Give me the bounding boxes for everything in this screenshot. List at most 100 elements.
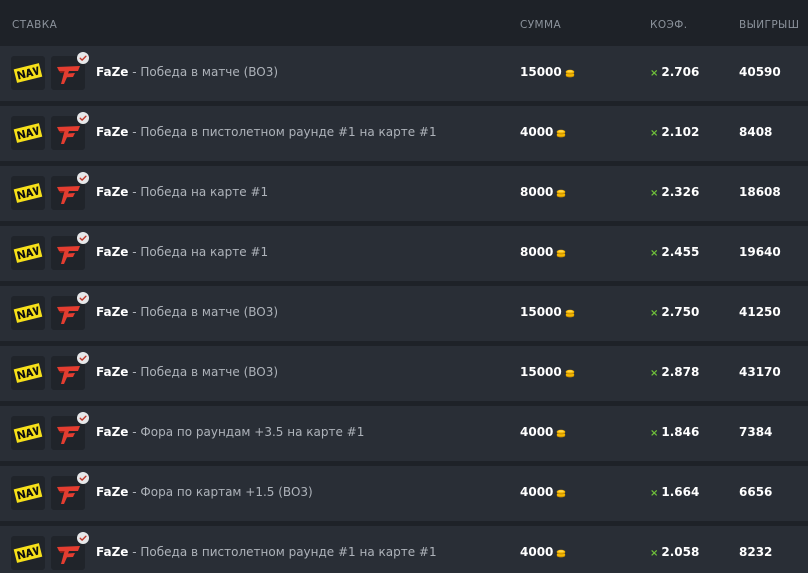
amount-value: 4000 (520, 125, 554, 139)
coef-value: 2.750 (661, 305, 700, 319)
header-payout: ВЫИГРЫШ (739, 19, 800, 31)
bets-table: СТАВКА СУММА КОЭФ. ВЫИГРЫШ FaZe - Победа… (0, 0, 808, 573)
coef-multiplier-icon: × (650, 68, 659, 79)
bet-market: Фора по раундам +3.5 на карте #1 (140, 425, 365, 439)
bet-market: Победа в матче (BO3) (140, 305, 279, 319)
header-bet: СТАВКА (12, 19, 58, 31)
check-badge-icon (77, 232, 89, 244)
bet-description: FaZe - Фора по картам +1.5 (BO3) (96, 485, 313, 499)
amount-value: 8000 (520, 185, 554, 199)
amount-value: 8000 (520, 245, 554, 259)
bet-separator: - (128, 425, 141, 439)
bet-row[interactable]: FaZe - Победа в матче (BO3) 15000 × 2.878… (0, 346, 808, 401)
bet-coef: × 2.102 (650, 125, 699, 139)
table-header: СТАВКА СУММА КОЭФ. ВЫИГРЫШ (0, 0, 808, 46)
bet-coef: × 2.878 (650, 365, 699, 379)
bet-coef: × 2.455 (650, 245, 699, 259)
bet-row[interactable]: FaZe - Победа в матче (BO3) 15000 × 2.750… (0, 286, 808, 341)
bet-payout: 18608 (739, 185, 781, 199)
bet-description: FaZe - Победа в матче (BO3) (96, 365, 278, 379)
bet-team: FaZe (96, 305, 129, 319)
bet-description: FaZe - Победа на карте #1 (96, 185, 268, 199)
amount-value: 4000 (520, 545, 554, 559)
check-badge-icon (77, 532, 89, 544)
bet-payout: 19640 (739, 245, 781, 259)
coef-value: 2.878 (661, 365, 700, 379)
bet-separator: - (128, 305, 141, 319)
bet-separator: - (128, 485, 141, 499)
bet-row[interactable]: FaZe - Фора по картам +1.5 (BO3) 4000 × 1… (0, 466, 808, 521)
bet-team: FaZe (96, 185, 129, 199)
bet-row[interactable]: FaZe - Фора по раундам +3.5 на карте #1 … (0, 406, 808, 461)
bet-description: FaZe - Победа в пистолетном раунде #1 на… (96, 545, 437, 559)
bet-payout: 8232 (739, 545, 773, 559)
coef-value: 1.664 (661, 485, 700, 499)
coef-value: 2.455 (661, 245, 700, 259)
bet-separator: - (128, 545, 141, 559)
coin-stack-icon (556, 247, 566, 261)
bet-coef: × 2.326 (650, 185, 699, 199)
check-badge-icon (77, 472, 89, 484)
check-badge-icon (77, 112, 89, 124)
navi-logo (11, 476, 45, 510)
bet-description: FaZe - Победа на карте #1 (96, 245, 268, 259)
navi-logo (11, 236, 45, 270)
navi-logo (11, 356, 45, 390)
check-badge-icon (77, 172, 89, 184)
bet-description: FaZe - Фора по раундам +3.5 на карте #1 (96, 425, 364, 439)
bet-row[interactable]: FaZe - Победа на карте #1 8000 × 2.326 18… (0, 166, 808, 221)
bet-team: FaZe (96, 545, 129, 559)
coef-value: 2.102 (661, 125, 700, 139)
bet-coef: × 1.846 (650, 425, 699, 439)
coin-stack-icon (556, 547, 566, 561)
bet-row[interactable]: FaZe - Победа в матче (BO3) 15000 × 2.706… (0, 46, 808, 101)
coef-multiplier-icon: × (650, 488, 659, 499)
coef-multiplier-icon: × (650, 368, 659, 379)
coef-value: 2.326 (661, 185, 700, 199)
bet-separator: - (128, 245, 141, 259)
bet-coef: × 2.706 (650, 65, 699, 79)
coef-multiplier-icon: × (650, 188, 659, 199)
bet-payout: 8408 (739, 125, 773, 139)
coin-stack-icon (565, 67, 575, 81)
bet-description: FaZe - Победа в пистолетном раунде #1 на… (96, 125, 437, 139)
bets-list: FaZe - Победа в матче (BO3) 15000 × 2.706… (0, 46, 808, 573)
bet-market: Победа на карте #1 (140, 185, 269, 199)
bet-coef: × 2.750 (650, 305, 699, 319)
header-coef: КОЭФ. (650, 19, 688, 31)
navi-logo (11, 296, 45, 330)
bet-amount: 8000 (520, 245, 566, 261)
bet-row[interactable]: FaZe - Победа в пистолетном раунде #1 на… (0, 526, 808, 573)
coin-stack-icon (556, 187, 566, 201)
bet-row[interactable]: FaZe - Победа на карте #1 8000 × 2.455 19… (0, 226, 808, 281)
bet-team: FaZe (96, 365, 129, 379)
coef-multiplier-icon: × (650, 308, 659, 319)
navi-logo (11, 56, 45, 90)
bet-separator: - (128, 65, 141, 79)
bet-market: Победа в матче (BO3) (140, 65, 279, 79)
bet-team: FaZe (96, 245, 129, 259)
check-badge-icon (77, 352, 89, 364)
amount-value: 15000 (520, 305, 562, 319)
coef-multiplier-icon: × (650, 128, 659, 139)
coin-stack-icon (556, 427, 566, 441)
bet-market: Победа в пистолетном раунде #1 на карте … (140, 125, 437, 139)
bet-separator: - (128, 365, 141, 379)
bet-amount: 15000 (520, 65, 575, 81)
bet-amount: 4000 (520, 425, 566, 441)
coef-multiplier-icon: × (650, 248, 659, 259)
bet-payout: 43170 (739, 365, 781, 379)
bet-payout: 7384 (739, 425, 773, 439)
bet-amount: 8000 (520, 185, 566, 201)
bet-row[interactable]: FaZe - Победа в пистолетном раунде #1 на… (0, 106, 808, 161)
navi-logo (11, 176, 45, 210)
bet-payout: 41250 (739, 305, 781, 319)
bet-team: FaZe (96, 425, 129, 439)
bet-market: Победа в матче (BO3) (140, 365, 279, 379)
bet-coef: × 2.058 (650, 545, 699, 559)
coin-stack-icon (565, 367, 575, 381)
coin-stack-icon (556, 487, 566, 501)
amount-value: 4000 (520, 425, 554, 439)
bet-amount: 4000 (520, 485, 566, 501)
bet-team: FaZe (96, 65, 129, 79)
